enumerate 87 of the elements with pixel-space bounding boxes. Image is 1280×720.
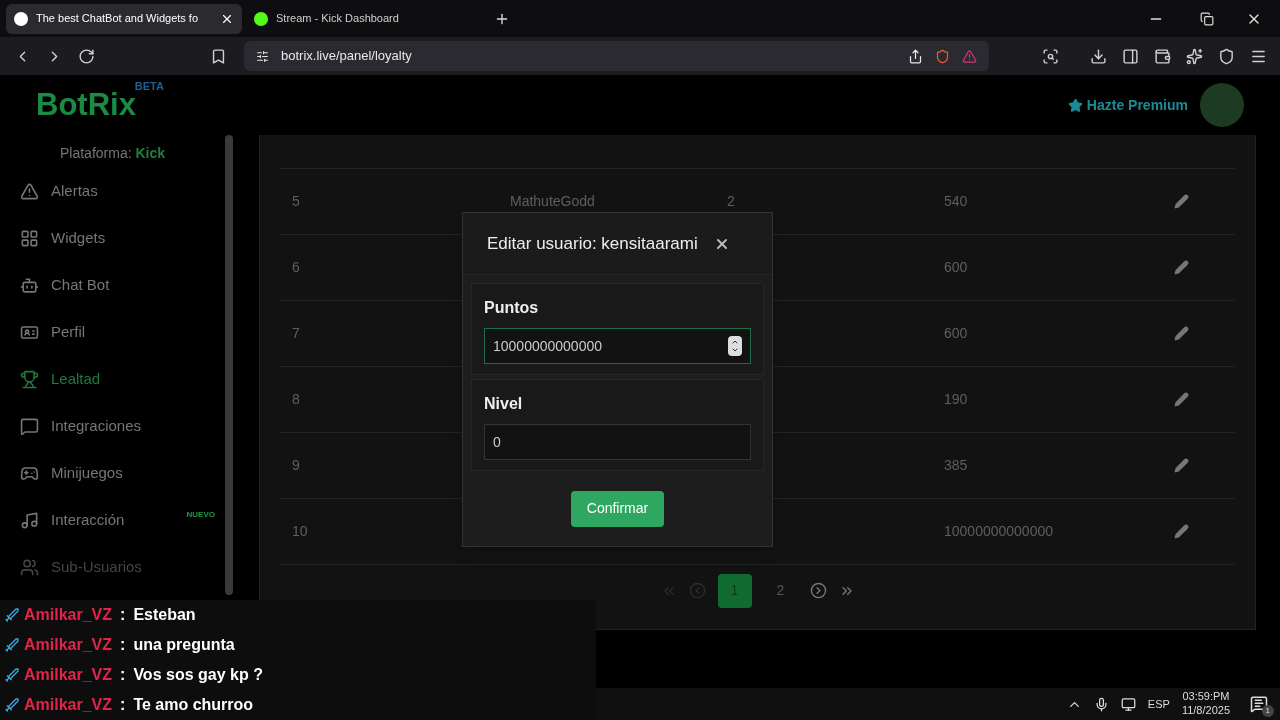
chat-text: Esteban (133, 605, 196, 625)
chat-text: una pregunta (133, 635, 235, 655)
notification-icon[interactable] (1250, 695, 1268, 713)
table-cell: 7 (292, 325, 300, 341)
table-cell: 8 (292, 391, 300, 407)
table-cell: 5 (292, 193, 300, 209)
shield-icon[interactable] (935, 48, 950, 64)
chat-username: Amilkar_VZ (24, 635, 113, 655)
tab-favicon-icon (14, 11, 28, 26)
spinner-icon[interactable] (728, 336, 742, 356)
input-field[interactable]: 10000000000000 (484, 328, 751, 364)
sidebar-item[interactable]: Chat Bot (20, 262, 235, 309)
confirm-button[interactable]: Confirmar (570, 490, 665, 527)
chat-username: Amilkar_VZ (24, 665, 113, 685)
grid-icon (20, 229, 39, 248)
clock-date[interactable]: 11/8/2025 (1181, 704, 1230, 718)
users-icon (20, 558, 39, 577)
chat-separator: : (120, 605, 126, 625)
notification-count: 1 (1261, 705, 1274, 717)
browser-tab[interactable]: The best ChatBot and Widgets fo (6, 3, 242, 34)
premium-button[interactable]: Hazte Premium (1067, 94, 1188, 116)
warning-icon (20, 182, 39, 201)
table-cell: 190 (944, 391, 968, 407)
table-cell: 10000000000000 (944, 523, 1053, 539)
chat-username: Amilkar_VZ (24, 695, 113, 715)
site-settings-icon[interactable] (256, 49, 269, 63)
restore-icon[interactable] (1200, 11, 1214, 26)
clock-time[interactable]: 03:59:PM (1182, 690, 1230, 704)
sword-icon (4, 667, 20, 683)
chat-separator: : (120, 665, 126, 685)
sidebar-item[interactable]: Interacción NUEVO (20, 497, 235, 544)
logo[interactable]: BotRix (36, 86, 136, 122)
page-button[interactable]: 2 (763, 573, 798, 608)
url-text: botrix.live/panel/loyalty (281, 47, 413, 66)
star-icon (1067, 97, 1083, 113)
field-label: Nivel (484, 394, 524, 414)
table-cell: 9 (292, 457, 300, 473)
table-cell: 600 (944, 259, 968, 275)
edit-icon[interactable] (1174, 260, 1189, 275)
chat-separator: : (120, 635, 126, 655)
triangle-icon[interactable] (962, 48, 977, 64)
address-bar[interactable]: botrix.live/panel/loyalty (244, 41, 989, 71)
new-label: NUEVO (186, 508, 215, 521)
sword-icon (4, 637, 20, 653)
sidebar-item[interactable]: Minijuegos (20, 450, 235, 497)
table-cell: 600 (944, 325, 968, 341)
sidebar-item[interactable]: Widgets (20, 215, 235, 262)
edit-icon[interactable] (1174, 524, 1189, 539)
platform-name: Kick (135, 145, 166, 161)
sword-icon (4, 607, 20, 623)
id-card-icon (20, 323, 39, 342)
chat-username: Amilkar_VZ (24, 605, 113, 625)
table-cell: 6 (292, 259, 300, 275)
input-field[interactable]: 0 (484, 424, 751, 460)
next-page-icon[interactable] (809, 582, 827, 599)
chat-text: Vos sos gay kp ? (133, 665, 263, 685)
microphone-icon[interactable] (1093, 696, 1109, 712)
table-cell: MathuteGodd (510, 193, 595, 209)
table-cell: 540 (944, 193, 968, 209)
table-cell: 2 (727, 193, 735, 209)
chat-icon (20, 417, 39, 436)
edit-icon[interactable] (1174, 458, 1189, 473)
chat-separator: : (120, 695, 126, 715)
field-label: Puntos (484, 298, 540, 318)
sidebar-item[interactable]: Alertas (20, 168, 235, 215)
beta-label: BETA (134, 78, 164, 92)
sidebar-item[interactable]: Perfil (20, 309, 235, 356)
share-icon[interactable] (908, 48, 923, 64)
trophy-icon (20, 370, 39, 389)
tab-favicon-icon (254, 11, 268, 26)
platform-label: Plataforma: (60, 145, 133, 161)
edit-icon[interactable] (1174, 194, 1189, 209)
sidebar-item[interactable]: Integraciones (20, 403, 235, 450)
edit-icon[interactable] (1174, 392, 1189, 407)
robot-icon (20, 276, 39, 295)
language-indicator[interactable]: ESP (1147, 695, 1170, 713)
network-icon[interactable] (1120, 696, 1136, 712)
chat-text: Te amo churroo (133, 695, 254, 715)
music-icon (20, 511, 39, 530)
browser-tab[interactable]: Stream - Kick Dashboard (246, 3, 482, 34)
edit-icon[interactable] (1174, 326, 1189, 341)
table-cell: 10 (292, 523, 308, 539)
table-cell: 385 (944, 457, 968, 473)
gamepad-icon (20, 464, 39, 483)
sword-icon (4, 697, 20, 713)
sidebar-item[interactable]: Lealtad (20, 356, 235, 403)
dialog-title: Editar usuario: kensitaarami (487, 232, 698, 255)
